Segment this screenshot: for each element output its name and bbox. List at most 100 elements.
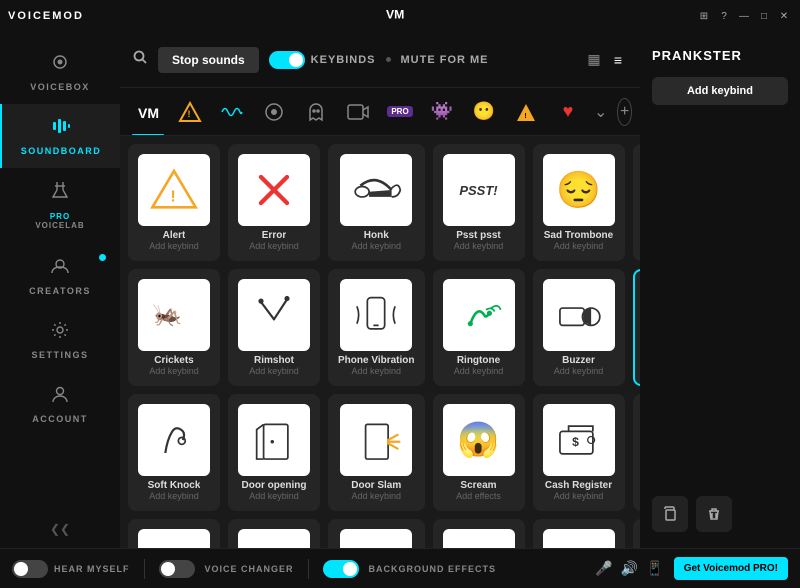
sidebar-item-voicelab[interactable]: PRO VOICELAB	[0, 168, 120, 244]
sound-card-sad[interactable]: 😔 Sad Trombone Add keybind	[533, 144, 625, 261]
cat-tab-add[interactable]: +	[617, 98, 632, 126]
sidebar-collapse-btn[interactable]: ❮❮	[0, 510, 120, 548]
svg-text:!: !	[524, 113, 526, 120]
sound-card-s3[interactable]	[328, 519, 425, 548]
cat-tab-vm[interactable]: VM	[128, 94, 168, 130]
cash-name: Cash Register	[545, 480, 612, 491]
add-keybind-button[interactable]: Add keybind	[652, 77, 788, 105]
speaker-icon[interactable]: 🔊	[621, 560, 638, 577]
sidebar-item-account[interactable]: ACCOUNT	[0, 372, 120, 436]
sound-card-knock[interactable]: Soft Knock Add keybind	[128, 394, 220, 511]
cat-tab-video[interactable]	[338, 94, 378, 130]
sound-card-psst[interactable]: PSST! Psst psst Add keybind	[433, 144, 525, 261]
sound-card-s5[interactable]	[533, 519, 625, 548]
s2-img: 👆	[238, 529, 310, 548]
alert-sub: Add keybind	[149, 241, 199, 251]
cat-tab-face[interactable]: 😶	[464, 94, 504, 130]
delete-icon	[706, 506, 722, 522]
title-bar-left: VOICEMOD	[8, 10, 84, 22]
keybinds-toggle[interactable]	[269, 51, 305, 69]
voicelab-label: VOICELAB	[35, 221, 84, 230]
list-view-btn[interactable]: ≡	[608, 50, 628, 70]
knock-sub: Add keybind	[149, 491, 199, 501]
sound-card-crickets[interactable]: 🦗 Crickets Add keybind	[128, 269, 220, 386]
sidebar: VOICEBOX SOUNDBOARD PRO VOICELAB C	[0, 32, 120, 548]
svg-text:!: !	[171, 188, 176, 205]
sound-card-rimshot[interactable]: Rimshot Add keybind	[228, 269, 320, 386]
get-pro-button[interactable]: Get Voicemod PRO!	[674, 557, 788, 580]
sound-card-buzzer[interactable]: Buzzer Add keybind	[533, 269, 625, 386]
s3-svg	[350, 539, 402, 548]
sad-name: Sad Trombone	[544, 230, 613, 241]
sound-card-doorbell[interactable]: Doorbell Add keybind	[633, 269, 641, 386]
doorslam-img	[340, 404, 412, 476]
sound-card-s2[interactable]: 👆	[228, 519, 320, 548]
sound-card-phone[interactable]: Phone Vibration Add keybind	[328, 269, 425, 386]
alert-svg: !	[148, 164, 200, 216]
delete-button[interactable]	[696, 496, 732, 532]
rimshot-sub: Add keybind	[249, 366, 299, 376]
s1-svg: 👣	[148, 539, 200, 548]
sound-card-error[interactable]: Error Add keybind	[228, 144, 320, 261]
error-svg	[248, 164, 300, 216]
sound-card-scream[interactable]: 😱 Scream Add effects	[433, 394, 525, 511]
toolbar: Stop sounds KEYBINDS MUTE FOR ME ▦ ≡	[120, 32, 640, 88]
cat-tab-warning[interactable]: !	[170, 94, 210, 130]
minimize-btn[interactable]: —	[736, 8, 752, 24]
grid-btn[interactable]: ⊞	[696, 8, 712, 24]
sound-card-s6[interactable]	[633, 519, 641, 548]
sound-card-alert[interactable]: ! Alert Add keybind	[128, 144, 220, 261]
doorslam-sub: Add keybind	[351, 491, 401, 501]
sound-card-s4[interactable]	[433, 519, 525, 548]
search-icon[interactable]	[132, 49, 148, 70]
copy-button[interactable]	[652, 496, 688, 532]
phone-sub: Add keybind	[351, 366, 401, 376]
sound-card-doorslam[interactable]: Door Slam Add keybind	[328, 394, 425, 511]
mic-icon[interactable]: 🎤	[595, 560, 612, 577]
bg-effects-toggle[interactable]	[323, 560, 359, 578]
separator-1	[144, 559, 145, 579]
settings-icon	[50, 320, 70, 345]
cat-tab-astro[interactable]: 👾	[422, 94, 462, 130]
maximize-btn[interactable]: □	[756, 8, 772, 24]
cat-tab-ghost[interactable]	[296, 94, 336, 130]
cat-tab-heart[interactable]: ♥	[548, 94, 588, 130]
sidebar-item-soundboard[interactable]: SOUNDBOARD	[0, 104, 120, 168]
cat-tab-tri[interactable]: !	[506, 94, 546, 130]
cat-tab-more[interactable]: ⌄	[590, 98, 611, 126]
sidebar-item-voicebox[interactable]: VOICEBOX	[0, 40, 120, 104]
sound-card-ringtone[interactable]: Ringtone Add keybind	[433, 269, 525, 386]
alert-name: Alert	[163, 230, 186, 241]
sound-card-s1[interactable]: 👣	[128, 519, 220, 548]
sound-card-cash[interactable]: $ Cash Register Add keybind	[533, 394, 625, 511]
help-btn[interactable]: ?	[716, 8, 732, 24]
s4-svg	[453, 539, 505, 548]
stop-sounds-button[interactable]: Stop sounds	[158, 47, 259, 73]
sound-card-danger[interactable]: Danger Add keybind	[633, 144, 641, 261]
sound-card-honk[interactable]: Honk Add keybind	[328, 144, 425, 261]
heart-icon: ♥	[563, 101, 574, 122]
psst-name: Psst psst	[456, 230, 500, 241]
buzzer-name: Buzzer	[562, 355, 595, 366]
sidebar-item-creators[interactable]: CREATORS	[0, 244, 120, 308]
sidebar-soundboard-label: SOUNDBOARD	[21, 146, 102, 156]
cat-tab-pro[interactable]: PRO	[380, 94, 420, 130]
sound-card-door[interactable]: Door opening Add keybind	[228, 394, 320, 511]
hear-myself-toggle[interactable]	[12, 560, 48, 578]
keybinds-toggle-dot	[289, 53, 303, 67]
cat-tab-circle[interactable]	[254, 94, 294, 130]
sad-sub: Add keybind	[554, 241, 604, 251]
phone-icon[interactable]: 📱	[646, 560, 663, 577]
psst-img: PSST!	[443, 154, 515, 226]
collapse-icon: ❮❮	[50, 522, 70, 536]
grid-view-btn[interactable]: ▦	[584, 50, 604, 70]
sidebar-item-settings[interactable]: SETTINGS	[0, 308, 120, 372]
voice-changer-toggle[interactable]	[159, 560, 195, 578]
vm-logo-icon: VM	[384, 7, 416, 21]
sound-card-keyboard[interactable]: Keyboard Add keybind	[633, 394, 641, 511]
content-area: Stop sounds KEYBINDS MUTE FOR ME ▦ ≡ VM	[120, 32, 640, 548]
rimshot-img	[238, 279, 310, 351]
close-btn[interactable]: ✕	[776, 8, 792, 24]
cat-tab-waveform[interactable]	[212, 94, 252, 130]
sidebar-account-label: ACCOUNT	[32, 414, 88, 424]
